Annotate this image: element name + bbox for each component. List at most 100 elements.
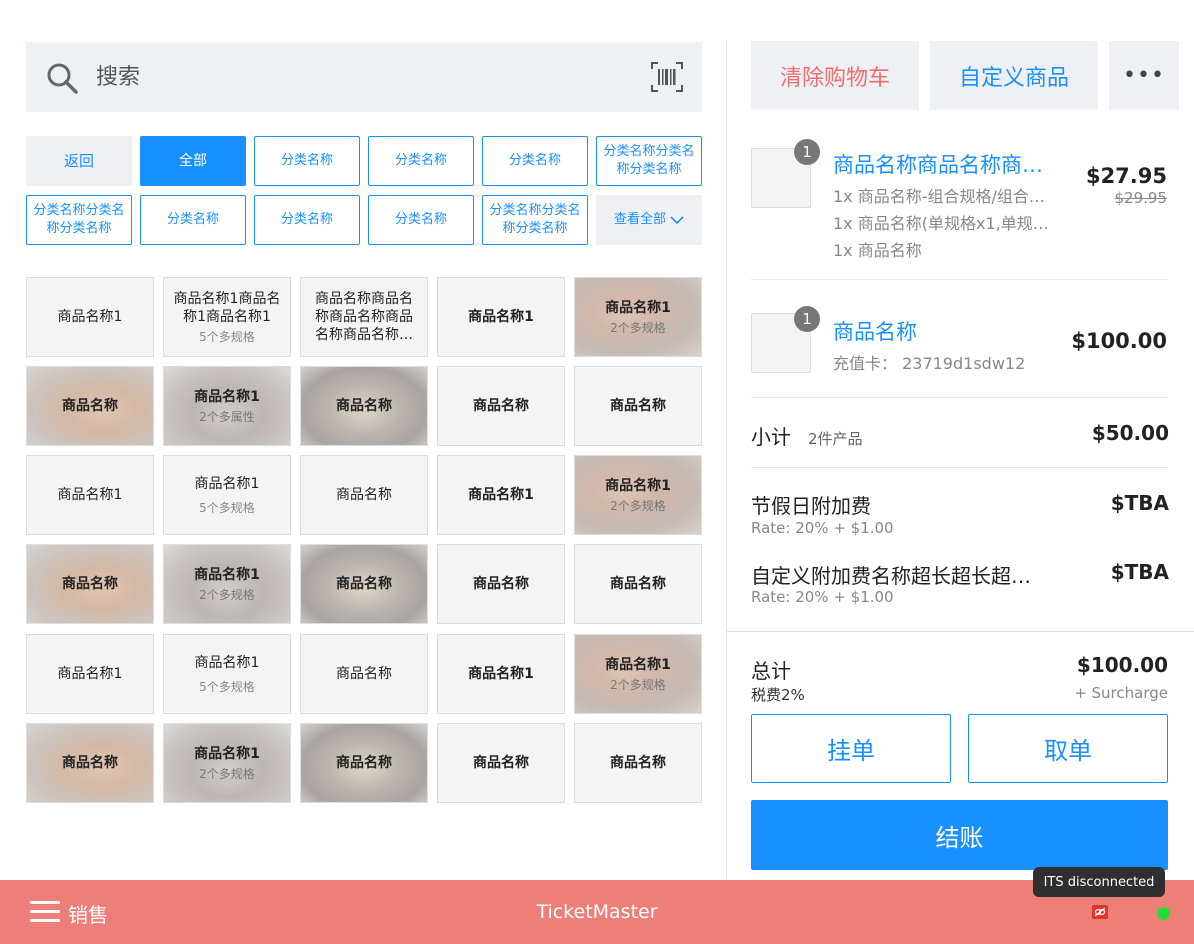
category-item[interactable]: 分类名称 <box>254 136 360 186</box>
product-tile[interactable]: 商品名称 <box>26 366 154 446</box>
product-name: 商品名称 <box>336 576 392 592</box>
surcharge-amount: $TBA <box>1110 491 1169 515</box>
product-tile[interactable]: 商品名称 <box>26 723 154 803</box>
more-options-button[interactable]: ••• <box>1109 41 1179 110</box>
surcharge-label: 节假日附加费 <box>751 494 871 518</box>
category-label: 分类名称分类名称分类名称 <box>603 144 695 177</box>
product-variant-count: 2个多规格 <box>199 587 255 602</box>
checkout-button[interactable]: 结账 <box>751 800 1168 870</box>
product-variant-count: 5个多规格 <box>199 679 255 694</box>
product-image <box>575 278 701 356</box>
surcharge-amount: $TBA <box>1110 560 1169 584</box>
product-name: 商品名称1 <box>468 487 534 503</box>
product-tile[interactable]: 商品名称1 <box>437 455 565 535</box>
product-tile[interactable]: 商品名称1 <box>26 277 154 357</box>
disconnected-icon[interactable] <box>1092 905 1108 919</box>
product-name: 商品名称1 <box>468 666 534 682</box>
divider <box>727 631 1194 632</box>
product-name: 商品名称1 <box>57 666 123 682</box>
product-name: 商品名称 <box>610 755 666 771</box>
category-item[interactable]: 分类名称 <box>254 195 360 245</box>
subtotal-label: 小计 <box>751 425 791 449</box>
product-tile[interactable]: 商品名称1 5个多规格 <box>163 455 291 535</box>
product-image <box>164 545 290 623</box>
product-name: 商品名称 <box>62 398 118 414</box>
status-tooltip: ITS disconnected <box>1033 867 1165 897</box>
product-name: 商品名称1 <box>194 475 260 492</box>
search-icon <box>47 63 78 94</box>
category-item[interactable]: 分类名称 <box>368 136 474 186</box>
product-tile[interactable]: 商品名称1 2个多规格 <box>574 634 702 714</box>
product-tile[interactable]: 商品名称1 2个多规格 <box>574 277 702 357</box>
product-name: 商品名称1商品名称1商品名称1 <box>173 290 281 325</box>
cart-item-original-price: $29.95 <box>1114 189 1168 207</box>
product-variant-count: 5个多规格 <box>199 329 255 344</box>
product-variant-count: 2个多规格 <box>610 498 666 513</box>
cart-item-option: 充值卡： 23719d1sdw12 <box>833 354 1026 373</box>
barcode-scan-icon[interactable] <box>650 60 684 94</box>
product-tile[interactable]: 商品名称 <box>300 455 428 535</box>
product-tile[interactable]: 商品名称1 <box>437 277 565 357</box>
cart-item-title[interactable]: 商品名称 <box>833 316 1053 346</box>
product-tile[interactable]: 商品名称 <box>26 544 154 624</box>
product-tile[interactable]: 商品名称1商品名称1商品名称1 5个多规格 <box>163 277 291 357</box>
clear-cart-button[interactable]: 清除购物车 <box>751 41 919 110</box>
product-name: 商品名称 <box>336 487 392 503</box>
product-tile[interactable]: 商品名称 <box>574 366 702 446</box>
category-item[interactable]: 分类名称 <box>482 136 588 186</box>
product-tile[interactable]: 商品名称1 5个多规格 <box>163 634 291 714</box>
total-amount: $100.00 <box>1076 653 1168 677</box>
product-name: 商品名称 <box>610 398 666 414</box>
recall-order-button[interactable]: 取单 <box>968 714 1168 783</box>
product-variant-count: 2个多规格 <box>199 766 255 781</box>
cart-item-price: $100.00 <box>1071 329 1167 353</box>
category-item[interactable]: 分类名称 <box>140 195 246 245</box>
divider <box>751 279 1168 280</box>
category-item[interactable]: 分类名称分类名称分类名称 <box>26 195 132 245</box>
cart-item-title[interactable]: 商品名称商品名称商品名称商品名称 <box>833 149 1063 179</box>
product-image <box>164 724 290 802</box>
product-variant-count: 2个多规格 <box>610 320 666 335</box>
category-label: 分类名称分类名称分类名称 <box>489 203 581 236</box>
product-tile[interactable]: 商品名称1 <box>26 634 154 714</box>
product-tile[interactable]: 商品名称1 2个多规格 <box>163 544 291 624</box>
product-tile[interactable]: 商品名称 <box>300 544 428 624</box>
search-input[interactable] <box>96 58 616 96</box>
product-tile[interactable]: 商品名称 <box>300 634 428 714</box>
product-image <box>575 635 701 713</box>
view-all-button[interactable]: 查看全部 <box>596 195 702 245</box>
product-tile[interactable]: 商品名称 <box>300 723 428 803</box>
category-item[interactable]: 分类名称分类名称分类名称 <box>482 195 588 245</box>
surcharge-rate: Rate: 20% + $1.00 <box>751 588 894 606</box>
category-all[interactable]: 全部 <box>140 136 246 186</box>
product-tile[interactable]: 商品名称1 2个多规格 <box>574 455 702 535</box>
product-tile[interactable]: 商品名称商品名称商品名称商品名称商品名称商品 <box>300 277 428 357</box>
product-tile[interactable]: 商品名称1 2个多规格 <box>163 723 291 803</box>
category-item[interactable]: 分类名称 <box>368 195 474 245</box>
product-name: 商品名称 <box>336 398 392 414</box>
product-name: 商品名称 <box>610 576 666 592</box>
product-name: 商品名称1 <box>468 309 534 325</box>
back-button[interactable]: 返回 <box>26 136 132 186</box>
product-name: 商品名称1 <box>194 388 260 405</box>
product-tile[interactable]: 商品名称1 2个多属性 <box>163 366 291 446</box>
product-name: 商品名称1 <box>57 487 123 503</box>
product-name: 商品名称 <box>473 398 529 414</box>
total-label: 总计 <box>751 659 791 683</box>
custom-product-button[interactable]: 自定义商品 <box>930 41 1098 110</box>
product-tile[interactable]: 商品名称1 <box>26 455 154 535</box>
product-name: 商品名称1 <box>194 745 260 762</box>
category-item[interactable]: 分类名称分类名称分类名称 <box>596 136 702 186</box>
product-variant-count: 5个多规格 <box>199 500 255 515</box>
product-tile[interactable]: 商品名称 <box>437 723 565 803</box>
product-tile[interactable]: 商品名称 <box>437 544 565 624</box>
product-tile[interactable]: 商品名称1 <box>437 634 565 714</box>
product-name: 商品名称1 <box>605 477 671 494</box>
product-tile[interactable]: 商品名称 <box>574 723 702 803</box>
subtotal-amount: $50.00 <box>1091 421 1169 445</box>
product-tile[interactable]: 商品名称 <box>437 366 565 446</box>
cart-item-option: 1x 商品名称 <box>833 241 922 260</box>
hold-order-button[interactable]: 挂单 <box>751 714 951 783</box>
product-tile[interactable]: 商品名称 <box>300 366 428 446</box>
product-tile[interactable]: 商品名称 <box>574 544 702 624</box>
